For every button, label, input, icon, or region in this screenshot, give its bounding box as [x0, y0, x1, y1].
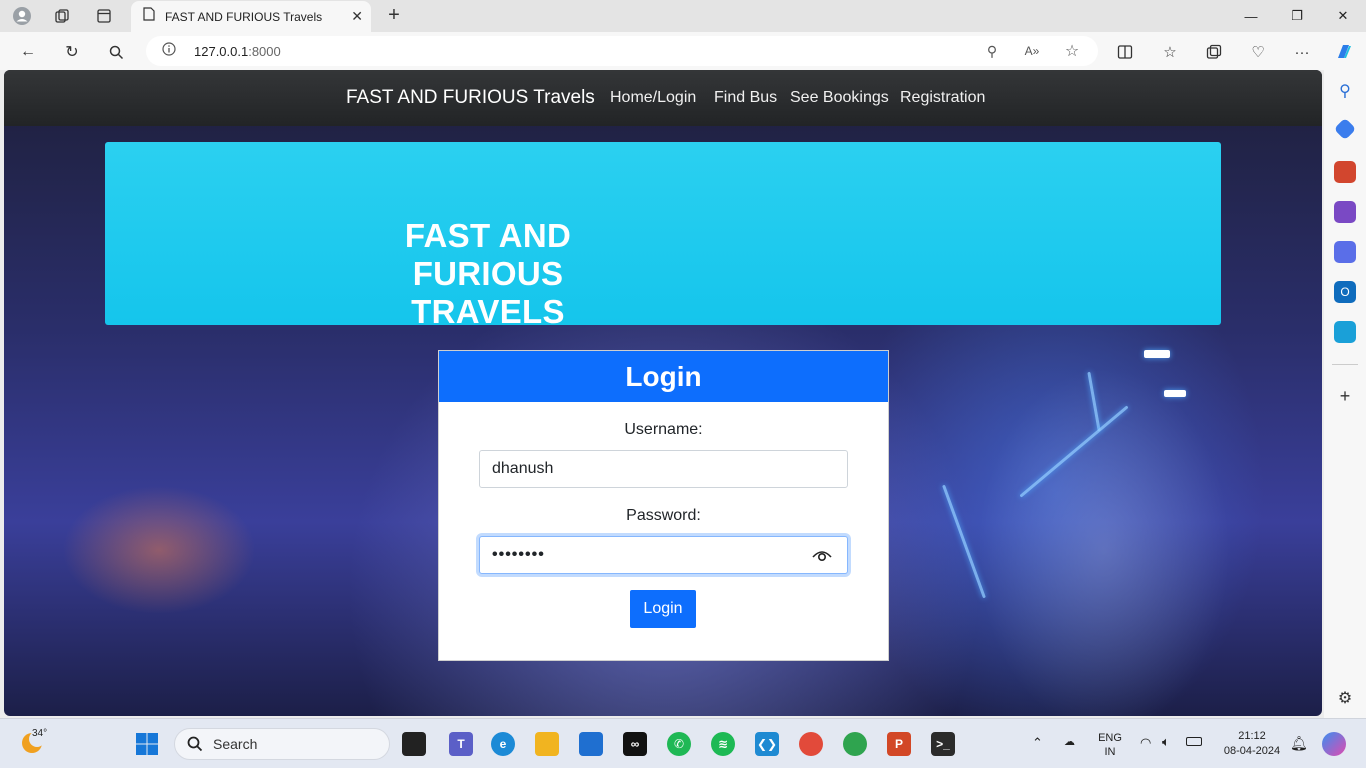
hero-title: FAST AND FURIOUS TRAVELS: [338, 217, 638, 331]
outlook-icon[interactable]: O: [1334, 281, 1356, 303]
task-view-icon[interactable]: [402, 732, 426, 756]
weather-temperature: 34°: [32, 728, 48, 739]
password-label: Password:: [626, 507, 701, 524]
teams-icon[interactable]: T: [449, 732, 473, 756]
taskbar-search-icon: [187, 736, 203, 752]
password-field[interactable]: ••••••••: [479, 536, 848, 574]
tray-overflow-chevron-icon[interactable]: ⌃: [1032, 735, 1043, 751]
weather-widget[interactable]: 34°: [20, 728, 48, 759]
collections-icon[interactable]: [1201, 39, 1227, 65]
chrome-profile-icon[interactable]: [799, 732, 823, 756]
password-value: ••••••••: [492, 546, 545, 563]
language-line-1: ENG: [1098, 732, 1122, 744]
spotify-icon[interactable]: ≋: [711, 732, 735, 756]
tools-briefcase-icon[interactable]: [1334, 161, 1356, 183]
back-button[interactable]: ←: [15, 39, 41, 65]
notification-bell-icon[interactable]: 🔔︎: [1290, 735, 1308, 752]
microsoft365-icon[interactable]: [1334, 241, 1356, 263]
search-icon[interactable]: [103, 39, 129, 65]
terminal-icon[interactable]: >_: [931, 732, 955, 756]
tab-title: FAST AND FURIOUS Travels: [165, 9, 323, 24]
more-menu-icon[interactable]: ···: [1289, 39, 1315, 65]
taskbar-search-placeholder: Search: [213, 736, 258, 752]
close-tab-icon[interactable]: ✕: [351, 8, 363, 25]
webex-icon[interactable]: ∞: [623, 732, 647, 756]
key-icon[interactable]: ⚲: [982, 41, 1002, 61]
shopping-tag-icon[interactable]: [1333, 117, 1357, 141]
battery-icon[interactable]: [1186, 737, 1202, 746]
new-tab-button[interactable]: +: [382, 3, 406, 27]
chrome-icon[interactable]: [843, 732, 867, 756]
hero-title-line-2: TRAVELS: [411, 293, 565, 330]
login-card-header: Login: [439, 351, 888, 402]
sidebar-divider: [1332, 364, 1358, 365]
reveal-password-eye-icon[interactable]: [811, 546, 833, 564]
browser-titlebar: FAST AND FURIOUS Travels ✕ + — ❐ ✕: [0, 0, 1366, 32]
site-navbar: FAST AND FURIOUS Travels Home/Login Find…: [4, 70, 1322, 126]
language-indicator[interactable]: ENG IN: [1096, 731, 1124, 759]
file-explorer-icon[interactable]: [535, 732, 559, 756]
sidebar-search-icon[interactable]: ⚲: [1334, 80, 1356, 102]
browser-essentials-icon[interactable]: ♡: [1245, 39, 1271, 65]
split-screen-icon[interactable]: [1112, 39, 1138, 65]
site-brand-link[interactable]: FAST AND FURIOUS Travels: [346, 87, 595, 109]
browser-toolbar: ← ↻ 127.0.0.1:8000 ⚲ A» ☆ ☆ ♡ ···: [0, 32, 1366, 70]
info-icon[interactable]: [162, 41, 176, 61]
onedrive-icon[interactable]: ☁: [1064, 735, 1075, 748]
close-window-button[interactable]: ✕: [1320, 0, 1366, 32]
nav-link-see-bookings[interactable]: See Bookings: [790, 89, 889, 107]
copilot-preview-icon[interactable]: [1322, 732, 1346, 756]
windows-taskbar: 34° Search T e ∞ ✆ ≋ ❮❯ P >_ ⌃ ☁ ENG IN …: [0, 718, 1366, 768]
hero-title-line-1: FAST AND FURIOUS: [404, 217, 572, 292]
url-text: 127.0.0.1:8000: [194, 43, 281, 59]
vscode-icon[interactable]: ❮❯: [755, 732, 779, 756]
sidebar-settings-gear-icon[interactable]: ⚙: [1334, 687, 1356, 709]
nav-link-registration[interactable]: Registration: [900, 89, 985, 107]
restore-button[interactable]: ❐: [1274, 0, 1320, 32]
games-chess-icon[interactable]: [1334, 201, 1356, 223]
volume-icon[interactable]: 🔈︎: [1162, 734, 1170, 750]
background-light-streak: [1164, 390, 1186, 397]
username-value: dhanush: [492, 460, 554, 477]
powerpoint-icon[interactable]: P: [887, 732, 911, 756]
copilot-icon[interactable]: [1331, 39, 1357, 65]
favorites-icon[interactable]: ☆: [1157, 39, 1183, 65]
add-sidebar-app-icon[interactable]: +: [1334, 385, 1356, 407]
background-light-streak: [1087, 371, 1101, 432]
clock-time: 21:12: [1238, 730, 1266, 742]
read-aloud-icon[interactable]: A»: [1022, 41, 1042, 61]
wifi-icon[interactable]: ◠: [1140, 735, 1151, 751]
browser-tab-active[interactable]: FAST AND FURIOUS Travels ✕: [131, 1, 371, 32]
taskbar-search-box[interactable]: Search: [174, 728, 390, 760]
minimize-button[interactable]: —: [1228, 0, 1274, 32]
browser-sidebar: ⚲ O + ⚙: [1324, 70, 1366, 718]
windows-start-icon[interactable]: [135, 732, 159, 756]
background-light-streak: [1144, 350, 1170, 358]
nav-link-home-login[interactable]: Home/Login: [610, 89, 696, 107]
profile-icon[interactable]: [8, 4, 36, 28]
page-viewport: FAST AND FURIOUS Travels Home/Login Find…: [4, 70, 1322, 716]
clock-date: 08-04-2024: [1223, 745, 1281, 757]
clock[interactable]: 21:12 08-04-2024: [1218, 729, 1286, 759]
tab-actions-icon[interactable]: [90, 4, 118, 28]
username-label: Username:: [624, 421, 703, 438]
login-button[interactable]: Login: [630, 590, 696, 628]
nav-link-find-bus[interactable]: Find Bus: [714, 89, 777, 107]
hero-banner: FAST AND FURIOUS TRAVELS: [105, 142, 1221, 330]
login-card: Login Username: dhanush Password: ••••••…: [438, 350, 889, 661]
send-drop-icon[interactable]: [1334, 321, 1356, 343]
whatsapp-icon[interactable]: ✆: [667, 732, 691, 756]
page-icon: [143, 7, 155, 26]
language-line-2: IN: [1104, 746, 1116, 758]
edge-browser-icon[interactable]: e: [491, 732, 515, 756]
refresh-button[interactable]: ↻: [59, 39, 85, 65]
background-light-streak: [1019, 405, 1129, 498]
address-bar[interactable]: 127.0.0.1:8000 ⚲ A» ☆: [146, 36, 1098, 66]
microsoft-store-icon[interactable]: [579, 732, 603, 756]
workspaces-icon[interactable]: [48, 4, 76, 28]
background-light-streak: [942, 484, 986, 599]
username-field[interactable]: dhanush: [479, 450, 848, 488]
favorite-star-icon[interactable]: ☆: [1062, 41, 1082, 61]
